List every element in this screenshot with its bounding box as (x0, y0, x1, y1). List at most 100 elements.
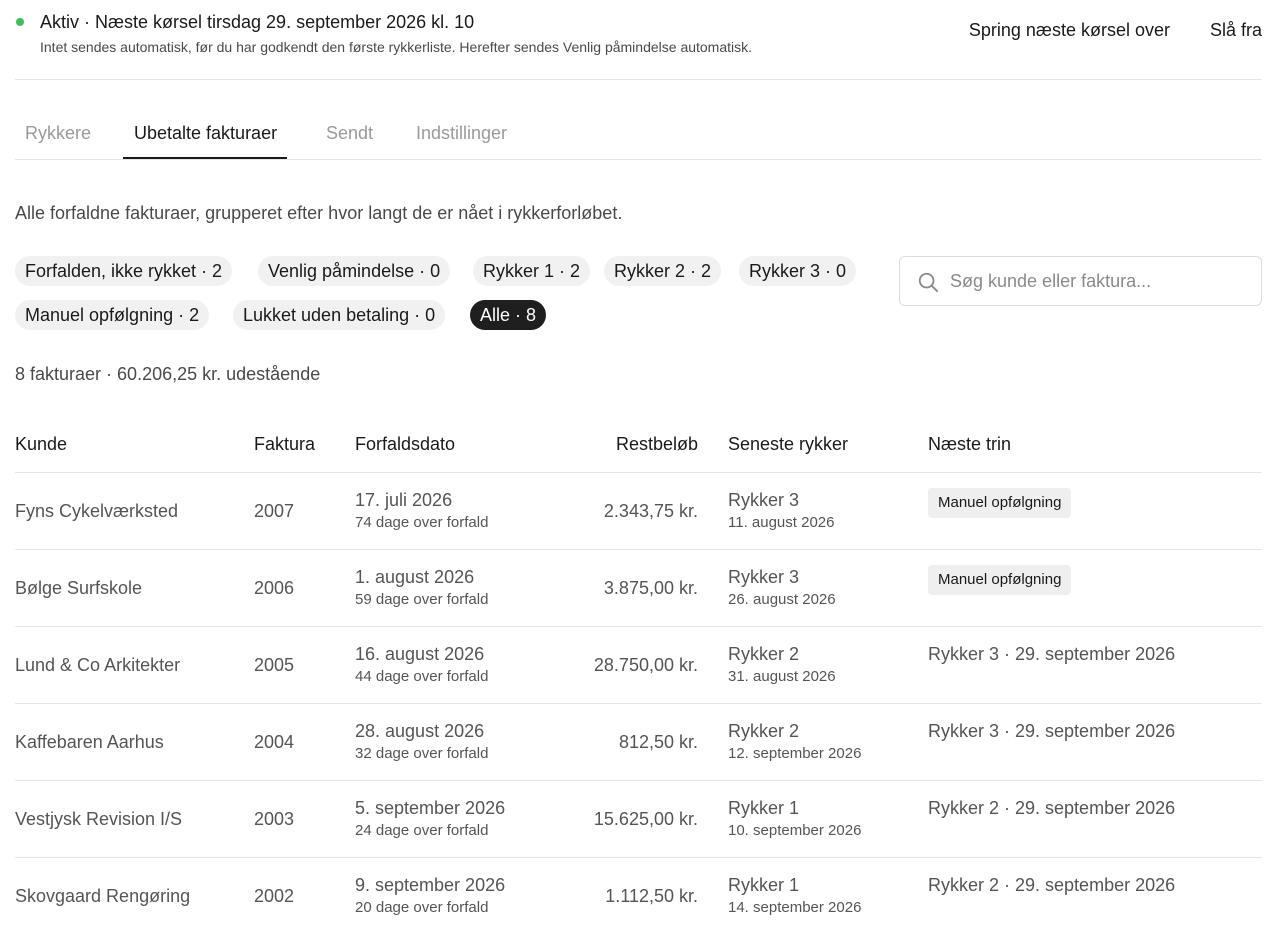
intro-text: Alle forfaldne fakturaer, grupperet efte… (15, 203, 623, 223)
table-row[interactable]: Fyns Cykelværksted 2007 17. juli 2026 74 da… (15, 473, 1262, 550)
due-date-cell: 17. juli 2026 74 dage over forfald (355, 490, 488, 531)
next-step-text: Rykker 3 · 29. september 2026 (928, 721, 1176, 741)
days-overdue: 74 dage over forfald (355, 514, 489, 531)
remaining-amount: 3.875,00 kr. (603, 578, 698, 598)
status-dot (16, 18, 24, 26)
latest-reminder-cell: Rykker 2 31. august 2026 (728, 644, 836, 685)
search-icon (918, 272, 939, 293)
status-bar: Aktiv · Næste kørsel tirsdag 29. septemb… (15, 0, 1262, 80)
filter-chip-manuel-opfoelgning[interactable]: Manuel opfølgning · 2 (15, 300, 210, 330)
table-row[interactable]: Vestjysk Revision I/S 2003 5. september 20… (15, 781, 1262, 858)
invoice-number: 2006 (254, 578, 295, 598)
disable-button[interactable]: Slå fra (1210, 20, 1262, 41)
due-date-cell: 16. august 2026 44 dage over forfald (355, 644, 488, 685)
customer-name: Kaffebaren Aarhus (15, 732, 164, 752)
days-overdue: 20 dage over forfald (355, 899, 489, 916)
filter-chip-venlig-paamindelse[interactable]: Venlig påmindelse · 0 (258, 256, 451, 286)
table-row[interactable]: Bølge Surfskole 2006 1. august 2026 59 dage… (15, 550, 1262, 627)
latest-reminder-date: 12. september 2026 (728, 745, 862, 762)
customer-name: Bølge Surfskole (15, 578, 143, 598)
next-step-text: Rykker 2 · 29. september 2026 (928, 875, 1176, 895)
filter-chip-rykker-3[interactable]: Rykker 3 · 0 (739, 256, 857, 286)
due-date-cell: 5. september 2026 24 dage over forfald (355, 798, 505, 839)
column-header-seneste-rykker[interactable]: Seneste rykker (728, 434, 848, 455)
status-title: Aktiv · Næste kørsel tirsdag 29. septemb… (40, 12, 475, 32)
latest-reminder: Rykker 3 (728, 567, 800, 587)
invoice-summary: 8 fakturaer · 60.206,25 kr. udestående (15, 364, 321, 384)
latest-reminder-cell: Rykker 3 26. august 2026 (728, 567, 836, 608)
latest-reminder-date: 14. september 2026 (728, 899, 862, 916)
filter-chip-rykker-1[interactable]: Rykker 1 · 2 (473, 256, 591, 286)
days-overdue: 32 dage over forfald (355, 745, 489, 762)
next-step-badge: Manuel opfølgning (928, 565, 1072, 595)
latest-reminder: Rykker 1 (728, 875, 800, 895)
status-subtitle: Intet sendes automatisk, før du har godk… (40, 39, 753, 55)
due-date: 17. juli 2026 (355, 490, 453, 510)
table-row[interactable]: Lund & Co Arkitekter 2005 16. august 2026 4… (15, 627, 1262, 704)
latest-reminder: Rykker 3 (728, 490, 800, 510)
due-date: 16. august 2026 (355, 644, 485, 664)
search-input[interactable] (950, 265, 1250, 297)
invoice-number: 2002 (254, 886, 295, 906)
latest-reminder-date: 31. august 2026 (728, 668, 836, 685)
customer-name: Fyns Cykelværksted (15, 501, 179, 521)
customer-name: Skovgaard Rengøring (15, 886, 191, 906)
invoice-number: 2003 (254, 809, 295, 829)
tab-rykkere[interactable]: Rykkere (25, 123, 91, 158)
due-date: 28. august 2026 (355, 721, 485, 741)
status-actions: Spring næste kørsel over Slå fra (969, 20, 1262, 41)
next-step-badge: Manuel opfølgning (928, 488, 1072, 518)
due-date-cell: 1. august 2026 59 dage over forfald (355, 567, 488, 608)
remaining-amount: 812,50 kr. (618, 732, 698, 752)
tab-sendt[interactable]: Sendt (326, 123, 373, 158)
filter-chip-forfalden-ikke-rykket[interactable]: Forfalden, ikke rykket · 2 (15, 256, 233, 286)
due-date: 5. september 2026 (355, 798, 506, 818)
table-header: Kunde Faktura Forfaldsdato Restbeløb Sen… (15, 418, 1262, 473)
remaining-amount: 28.750,00 kr. (593, 655, 698, 675)
tab-ubetalte-fakturaer[interactable]: Ubetalte fakturaer (123, 123, 288, 159)
latest-reminder-date: 11. august 2026 (728, 514, 835, 531)
column-header-faktura[interactable]: Faktura (254, 434, 315, 455)
days-overdue: 24 dage over forfald (355, 822, 489, 839)
latest-reminder-date: 10. september 2026 (728, 822, 862, 839)
latest-reminder: Rykker 2 (728, 721, 800, 741)
tab-bar: Rykkere Ubetalte fakturaer Sendt Indstil… (15, 80, 1262, 160)
latest-reminder-cell: Rykker 3 11. august 2026 (728, 490, 834, 531)
due-date-cell: 28. august 2026 32 dage over forfald (355, 721, 488, 762)
next-step-text: Rykker 2 · 29. september 2026 (928, 798, 1176, 818)
due-date: 9. september 2026 (355, 875, 506, 895)
days-overdue: 44 dage over forfald (355, 668, 489, 685)
invoice-number: 2007 (254, 501, 295, 521)
table-body: Fyns Cykelværksted 2007 17. juli 2026 74 da… (15, 473, 1262, 929)
tab-indstillinger[interactable]: Indstillinger (416, 123, 507, 158)
column-header-restbelob[interactable]: Restbeløb (616, 434, 698, 455)
column-header-kunde[interactable]: Kunde (15, 434, 67, 455)
remaining-amount: 15.625,00 kr. (593, 809, 698, 829)
customer-name: Lund & Co Arkitekter (15, 655, 181, 675)
filter-chip-alle[interactable]: Alle · 8 (470, 300, 547, 330)
remaining-amount: 1.112,50 kr. (605, 886, 698, 906)
days-overdue: 59 dage over forfald (355, 591, 489, 608)
skip-next-run-button[interactable]: Spring næste kørsel over (969, 20, 1170, 41)
filter-chip-lukket-uden-betaling[interactable]: Lukket uden betaling · 0 (233, 300, 446, 330)
latest-reminder-date: 26. august 2026 (728, 591, 836, 608)
latest-reminder: Rykker 1 (728, 798, 800, 818)
next-step-text: Rykker 3 · 29. september 2026 (928, 644, 1176, 664)
column-header-naeste-trin[interactable]: Næste trin (928, 434, 1011, 455)
page: Aktiv · Næste kørsel tirsdag 29. septemb… (0, 0, 1280, 929)
latest-reminder-cell: Rykker 2 12. september 2026 (728, 721, 861, 762)
invoices-table: Kunde Faktura Forfaldsdato Restbeløb Sen… (15, 418, 1262, 929)
latest-reminder: Rykker 2 (728, 644, 800, 664)
due-date-cell: 9. september 2026 20 dage over forfald (355, 875, 505, 916)
customer-name: Vestjysk Revision I/S (15, 809, 183, 829)
invoice-number: 2004 (254, 732, 295, 752)
table-row[interactable]: Kaffebaren Aarhus 2004 28. august 2026 32 d… (15, 704, 1262, 781)
remaining-amount: 2.343,75 kr. (603, 501, 698, 521)
filter-chip-rykker-2[interactable]: Rykker 2 · 2 (604, 256, 722, 286)
invoice-number: 2005 (254, 655, 295, 675)
latest-reminder-cell: Rykker 1 14. september 2026 (728, 875, 861, 916)
due-date: 1. august 2026 (355, 567, 475, 587)
column-header-forfaldsdato[interactable]: Forfaldsdato (355, 434, 455, 455)
latest-reminder-cell: Rykker 1 10. september 2026 (728, 798, 861, 839)
table-row[interactable]: Skovgaard Rengøring 2002 9. september 2026… (15, 858, 1262, 929)
